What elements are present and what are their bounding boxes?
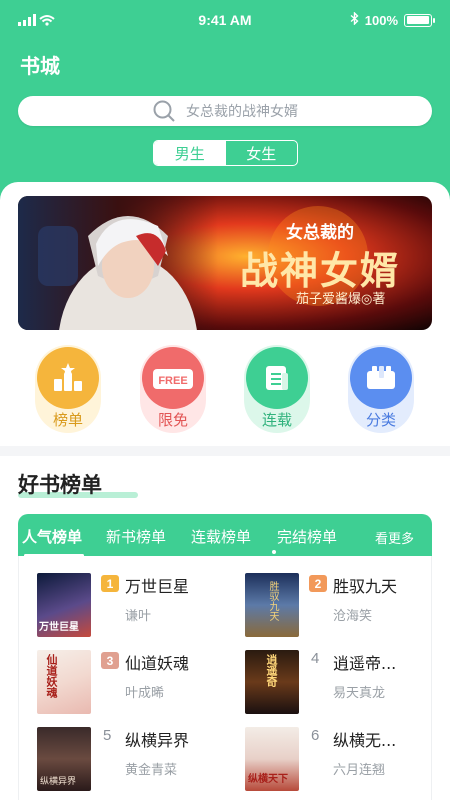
book-item[interactable]: 仙道妖魂 3 仙道妖魂 叶成晞: [37, 650, 237, 716]
rank-badge: 2: [309, 575, 327, 592]
gender-tab-male[interactable]: 男生: [154, 141, 226, 165]
category-label: 分类: [365, 411, 396, 429]
category-icon: [350, 347, 412, 409]
banner-author: 茄子爱酱爆◎著: [296, 292, 386, 307]
book-cover: 纵横异界: [37, 727, 91, 791]
page-title: 书城: [20, 54, 60, 78]
book-title: 纵横无...: [333, 731, 397, 750]
battery-icon: [404, 13, 435, 27]
rank-badge: 1: [101, 575, 119, 592]
category-label: 连载: [261, 411, 292, 429]
promo-banner[interactable]: 女总裁的 战神女婿 茄子爱酱爆◎著: [18, 196, 432, 330]
category-classify[interactable]: 分类: [348, 345, 414, 433]
tab-new-books[interactable]: 新书榜单: [106, 526, 166, 547]
rank-number: 5: [103, 727, 112, 744]
status-bar: 9:41 AM 100%: [0, 0, 450, 40]
rank-number: 6: [311, 727, 320, 744]
serial-doc-icon: [246, 347, 308, 409]
section-divider: [0, 446, 450, 456]
book-author: 六月连翘: [333, 763, 386, 778]
search-bar[interactable]: 女总裁的战神女婿: [18, 96, 432, 126]
ranking-list: 万世巨星 1 万世巨星 谦叶 胜驭九天 2 胜驭九天 沧海笑 仙道妖魂 3 仙道…: [18, 556, 432, 800]
category-rankings[interactable]: 榜单: [35, 345, 101, 433]
category-label: 榜单: [52, 411, 83, 429]
category-label: 限免: [157, 411, 188, 429]
gender-tab-female[interactable]: 女生: [226, 141, 298, 165]
rank-badge: 3: [101, 652, 119, 669]
book-cover: 纵横天下: [245, 727, 299, 791]
book-cover: 仙道妖魂: [37, 650, 91, 714]
section-title: 好书榜单: [18, 473, 102, 497]
battery-percent: 100%: [364, 12, 398, 28]
book-author: 易天真龙: [333, 686, 386, 701]
search-placeholder: 女总裁的战神女婿: [186, 104, 298, 120]
tab-completed[interactable]: 完结榜单: [277, 526, 337, 547]
book-item[interactable]: 逍遥奇 4 逍遥帝... 易天真龙: [245, 650, 445, 716]
book-author: 谦叶: [125, 609, 152, 624]
book-author: 叶成晞: [125, 686, 165, 701]
tab-serial[interactable]: 连载榜单: [191, 526, 251, 547]
free-tag-icon: FREE: [142, 347, 204, 409]
book-item[interactable]: 纵横天下 6 纵横无... 六月连翘: [245, 727, 445, 793]
book-item[interactable]: 纵横异界 5 纵横异界 黄金青菜: [37, 727, 237, 793]
category-serial[interactable]: 连载: [244, 345, 310, 433]
banner-title-large: 战神女婿: [240, 248, 401, 293]
book-item[interactable]: 万世巨星 1 万世巨星 谦叶: [37, 573, 237, 639]
book-title: 万世巨星: [125, 577, 190, 596]
book-cover: 万世巨星: [37, 573, 91, 637]
gender-switch[interactable]: 男生 女生: [153, 140, 298, 166]
search-icon: [152, 99, 176, 123]
see-more-link[interactable]: 看更多: [375, 528, 414, 547]
book-cover: 逍遥奇: [245, 650, 299, 714]
book-author: 沧海笑: [333, 609, 373, 624]
category-free[interactable]: FREE 限免: [140, 345, 206, 433]
rankings-icon: [37, 347, 99, 409]
book-cover: 胜驭九天: [245, 573, 299, 637]
book-item[interactable]: 胜驭九天 2 胜驭九天 沧海笑: [245, 573, 445, 639]
rank-tabs: 人气榜单 新书榜单 连载榜单 完结榜单 看更多: [18, 514, 432, 557]
book-title: 仙道妖魂: [125, 654, 190, 673]
book-title: 逍遥帝...: [333, 654, 397, 673]
book-title: 胜驭九天: [333, 577, 398, 596]
svg-text:FREE: FREE: [158, 375, 187, 387]
rank-number: 4: [311, 650, 320, 667]
book-title: 纵横异界: [125, 731, 190, 750]
tab-popular[interactable]: 人气榜单: [22, 526, 82, 547]
category-row: 榜单 FREE 限免 连载 分类: [0, 345, 450, 435]
bluetooth-icon: [350, 11, 359, 28]
book-author: 黄金青菜: [125, 763, 178, 778]
tab-dot: [272, 550, 276, 554]
